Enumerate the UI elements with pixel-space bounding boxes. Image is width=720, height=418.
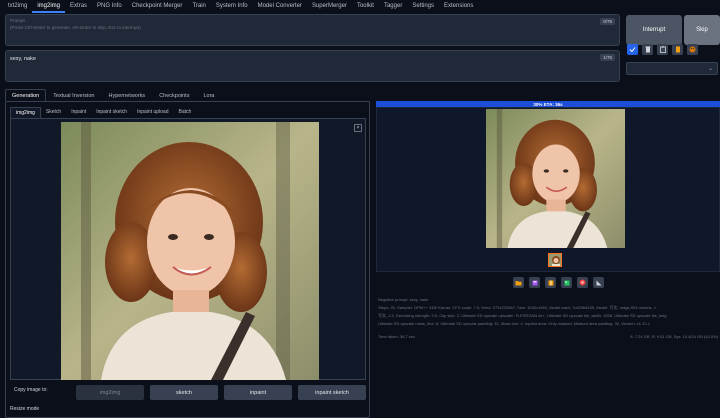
tab-txt2img[interactable]: txt2img [3, 0, 32, 13]
tab-model-converter[interactable]: Model Converter [253, 0, 307, 13]
tab-png-info[interactable]: PNG Info [92, 0, 127, 13]
output-image[interactable] [486, 109, 625, 248]
negative-prompt-token-counter: 1/75 [600, 54, 615, 61]
folder-icon[interactable] [513, 277, 524, 288]
zip-icon[interactable] [545, 277, 556, 288]
send-to-img2img-icon[interactable] [561, 277, 572, 288]
tab-batch[interactable]: Batch [174, 107, 197, 118]
skip-button[interactable]: Skip [684, 15, 720, 45]
copy-to-inpaint-sketch-button[interactable]: inpaint sketch [298, 385, 366, 400]
save-icon[interactable] [529, 277, 540, 288]
generation-info-line: Negative prompt: sexy, nake [378, 297, 429, 302]
palette-icon[interactable] [687, 44, 698, 55]
prompt-token-counter: 0/75 [600, 18, 615, 25]
prompt-placeholder-hint: (Press Ctrl+Enter to generate, Alt+Enter… [10, 25, 141, 30]
interrupt-button[interactable]: Interrupt [626, 15, 682, 45]
progress-text: 30% ETA: 36s [533, 101, 563, 107]
tab-sketch[interactable]: Sketch [41, 107, 66, 118]
trash-icon[interactable] [642, 44, 653, 55]
tab-hypernetworks[interactable]: Hypernetworks [102, 89, 153, 101]
image-mode-tabs: img2img Sketch Inpaint Inpaint sketch Inpain… [10, 107, 196, 118]
tab-inpaint-sketch[interactable]: Inpaint sketch [91, 107, 132, 118]
copy-to-sketch-button[interactable]: sketch [150, 385, 218, 400]
tab-inpaint[interactable]: Inpaint [66, 107, 91, 118]
tab-img2img[interactable]: img2img [32, 0, 66, 13]
tab-extensions[interactable]: Extensions [439, 0, 478, 13]
input-photo[interactable] [61, 122, 319, 380]
copy-image-label: Copy image to: [14, 387, 48, 393]
close-icon[interactable]: × [354, 124, 362, 132]
tab-inpaint-upload[interactable]: Inpaint upload [132, 107, 173, 118]
memory-usage: A: 7.24 GB, R: 9.61 GB, Sys: 10.4/24 GB … [629, 334, 718, 339]
tab-system-info[interactable]: System Info [211, 0, 253, 13]
prompt-placeholder-title: Prompt [10, 18, 25, 23]
tab-tagger[interactable]: Tagger [379, 0, 407, 13]
time-taken: Time taken: 36.7 sec. [378, 334, 417, 339]
send-to-extras-icon[interactable] [577, 277, 588, 288]
negative-prompt-text: sexy, nake [10, 56, 36, 62]
generation-info-line: 写实_1.5, Denoising strength: 0.5, Clip sk… [378, 313, 667, 318]
tab-img2img[interactable]: img2img [10, 107, 41, 118]
clipboard-icon[interactable] [657, 44, 668, 55]
copy-to-img2img-button[interactable]: img2img [76, 385, 144, 400]
tab-checkpoint-merger[interactable]: Checkpoint Merger [127, 0, 188, 13]
styles-dropdown[interactable]: ⌄ [626, 62, 718, 75]
arrow-icon[interactable] [627, 44, 638, 55]
generation-info-line: Ultimate SD upscale mask_blur: 8, Ultima… [378, 321, 650, 326]
chevron-down-icon: ⌄ [707, 66, 713, 72]
copy-to-inpaint-button[interactable]: inpaint [224, 385, 292, 400]
save-style-icon[interactable] [672, 44, 683, 55]
tab-textual-inversion[interactable]: Textual Inversion [46, 89, 101, 101]
tab-lora[interactable]: Lora [196, 89, 221, 101]
resize-mode-label: Resize mode [10, 406, 40, 412]
tab-extras[interactable]: Extras [65, 0, 92, 13]
output-thumbnail[interactable] [548, 253, 562, 267]
tab-train[interactable]: Train [187, 0, 210, 13]
ruler-icon[interactable] [593, 277, 604, 288]
generation-stats: Time taken: 36.7 sec. A: 7.24 GB, R: 9.6… [378, 334, 718, 339]
negative-prompt-input[interactable]: sexy, nake 1/75 [5, 50, 620, 82]
generation-info-line: Steps: 20, Sampler: DPM++ SDE Karras, CF… [378, 305, 656, 310]
tab-supermerger[interactable]: SuperMerger [307, 0, 352, 13]
top-tab-bar: txt2img img2img Extras PNG Info Checkpoint M… [0, 0, 720, 13]
sub-tab-bar: Generation Textual Inversion Hypernetworks… [5, 89, 221, 101]
prompt-input[interactable]: Prompt (Press Ctrl+Enter to generate, Al… [5, 14, 620, 46]
tab-toolkit[interactable]: Toolkit [352, 0, 379, 13]
tab-settings[interactable]: Settings [407, 0, 439, 13]
tab-generation[interactable]: Generation [5, 89, 47, 101]
tab-checkpoints[interactable]: Checkpoints [152, 89, 196, 101]
